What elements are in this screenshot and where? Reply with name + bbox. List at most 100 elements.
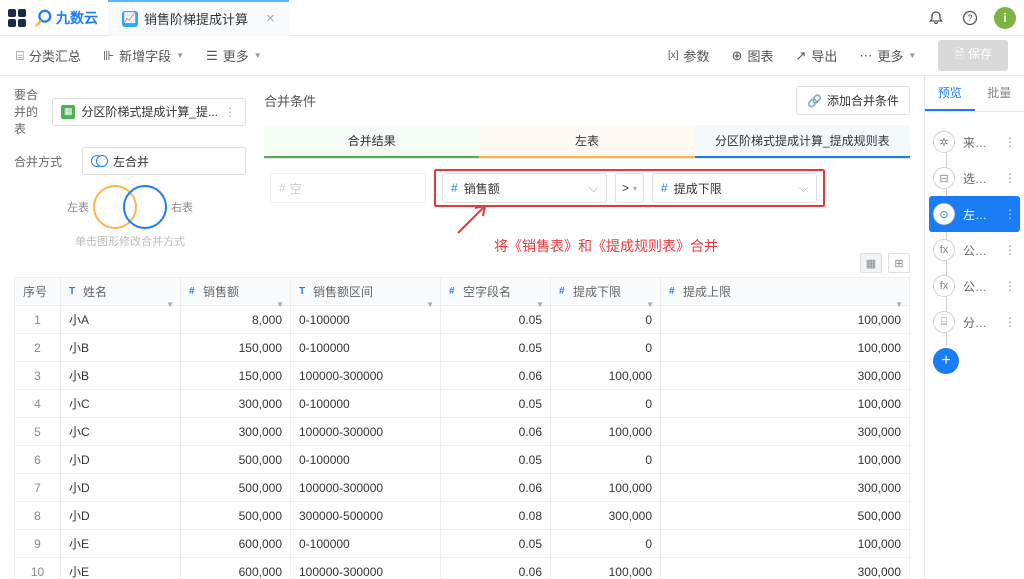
add-field-button[interactable]: ⊪新增字段▼: [103, 46, 184, 65]
data-table-wrapper: 序号 T姓名▼ #销售额▼ T销售额区间▼ #空字段名▼ #提成下限▼ #提成上…: [0, 277, 924, 579]
tab-result[interactable]: 合并结果: [264, 125, 479, 158]
close-icon[interactable]: ×: [266, 10, 275, 27]
step-icon: fx: [933, 275, 955, 297]
step-menu-icon[interactable]: ⋮: [1004, 171, 1016, 185]
chevron-down-icon: ⌵: [589, 181, 598, 196]
step-menu-icon[interactable]: ⋮: [1004, 207, 1016, 221]
table-row[interactable]: 5小C300,000100000-3000000.06100,000300,00…: [15, 418, 910, 446]
pipeline-step[interactable]: ⌸分类汇总⋮: [925, 304, 1024, 340]
step-icon: ⌸: [933, 311, 955, 333]
table-row[interactable]: 7小D500,000100000-3000000.06100,000300,00…: [15, 474, 910, 502]
annotation-arrow-icon: [450, 201, 490, 241]
operator-value: >: [622, 181, 629, 195]
step-menu-icon[interactable]: ⋮: [1004, 243, 1016, 257]
group-button[interactable]: ⌸分类汇总: [16, 46, 81, 65]
step-icon: ⊟: [933, 167, 955, 189]
chevron-down-icon: ▾: [633, 184, 637, 193]
add-step-button[interactable]: +: [933, 348, 959, 374]
merge-table-label: 要合并的表: [14, 86, 44, 137]
table-row[interactable]: 3小B150,000100000-3000000.06100,000300,00…: [15, 362, 910, 390]
brand-logo[interactable]: 九数云: [34, 8, 98, 28]
col-upper[interactable]: 提成上限: [683, 283, 731, 300]
col-range[interactable]: 销售额区间: [313, 283, 373, 300]
col-sales[interactable]: 销售额: [203, 283, 239, 300]
params-button[interactable]: [x]参数: [668, 46, 710, 65]
step-menu-icon[interactable]: ⋮: [1004, 315, 1016, 329]
table-row[interactable]: 6小D500,0000-1000000.050100,000: [15, 446, 910, 474]
tab-right-table[interactable]: 分区阶梯式提成计算_提成规则表: [695, 125, 910, 158]
data-table: 序号 T姓名▼ #销售额▼ T销售额区间▼ #空字段名▼ #提成下限▼ #提成上…: [14, 277, 910, 579]
more2-button[interactable]: ⋯更多▼: [859, 46, 916, 65]
table-row[interactable]: 8小D500,000300000-5000000.08300,000500,00…: [15, 502, 910, 530]
table-row[interactable]: 2小B150,0000-1000000.050100,000: [15, 334, 910, 362]
highlighted-condition: # 销售额 ⌵ > ▾ # 提成下限 ⌵: [434, 169, 825, 207]
user-avatar[interactable]: i: [994, 7, 1016, 29]
merge-type-select[interactable]: 左合并: [82, 147, 246, 175]
pipeline-step[interactable]: ✲来源表⋮: [925, 124, 1024, 160]
source-tabs: 合并结果 左表 分区阶梯式提成计算_提成规则表: [264, 125, 910, 159]
step-icon: ⊙: [933, 203, 955, 225]
step-menu-icon[interactable]: ⋮: [1004, 279, 1016, 293]
notification-icon[interactable]: [926, 8, 946, 28]
app-header: 九数云 📈 销售阶梯提成计算 × ? i: [0, 0, 1024, 36]
number-type-icon: #: [189, 286, 199, 297]
left-join-icon: [91, 155, 107, 167]
pipeline-step[interactable]: ⊙左右合并⋮: [929, 196, 1020, 232]
config-area: 要合并的表 ▦ 分区阶梯式提成计算_提... ⋮ 合并方式 左合并 左表: [0, 76, 924, 249]
hash-icon: #: [661, 181, 668, 195]
hash-icon: #: [279, 181, 286, 195]
ellipsis-icon[interactable]: ⋮: [224, 105, 237, 119]
empty-field: # 空: [270, 173, 426, 203]
chart-button[interactable]: ⊕图表: [732, 46, 774, 65]
pipeline-step[interactable]: ⊟选字段⋮: [925, 160, 1024, 196]
left-field-select[interactable]: # 销售额 ⌵: [442, 173, 607, 203]
sheet-icon: ▦: [61, 105, 75, 119]
col-lower[interactable]: 提成下限: [573, 283, 621, 300]
table-row[interactable]: 9小E600,0000-1000000.050100,000: [15, 530, 910, 558]
right-field-select[interactable]: # 提成下限 ⌵: [652, 173, 817, 203]
col-name[interactable]: 姓名: [83, 283, 107, 300]
merge-type-value: 左合并: [113, 153, 149, 170]
app-grid-icon[interactable]: [8, 9, 26, 27]
pipeline-step[interactable]: fx公式-区间提成...⋮: [925, 268, 1024, 304]
view-grid-button[interactable]: ⊞: [888, 253, 910, 273]
tab-left-table[interactable]: 左表: [479, 125, 694, 158]
operator-select[interactable]: > ▾: [615, 173, 644, 203]
number-type-icon: #: [669, 286, 679, 297]
right-field-value: 提成下限: [674, 180, 722, 197]
pipeline-step[interactable]: fx公式-区间销...⋮: [925, 232, 1024, 268]
step-menu-icon[interactable]: ⋮: [1004, 135, 1016, 149]
sidebar-tab-preview[interactable]: 预览: [925, 76, 975, 111]
text-type-icon: T: [69, 286, 79, 297]
table-row[interactable]: 4小C300,0000-1000000.050100,000: [15, 390, 910, 418]
venn-hint: 单击图形修改合并方式: [14, 233, 246, 249]
add-condition-button[interactable]: 🔗添加合并条件: [796, 86, 910, 115]
step-icon: ✲: [933, 131, 955, 153]
number-type-icon: #: [559, 286, 569, 297]
table-row[interactable]: 1小A8,0000-1000000.050100,000: [15, 306, 910, 334]
main-toolbar: ⌸分类汇总 ⊪新增字段▼ ☰更多▼ [x]参数 ⊕图表 ↗导出 ⋯更多▼ 🗎保存: [0, 36, 1024, 76]
view-table-button[interactable]: ▦: [860, 253, 882, 273]
document-tab[interactable]: 📈 销售阶梯提成计算 ×: [108, 0, 289, 36]
table-row[interactable]: 10小E600,000100000-3000000.06100,000300,0…: [15, 558, 910, 579]
venn-diagram[interactable]: 左表 右表: [14, 185, 246, 229]
annotation-text: 将《销售表》和《提成规则表》合并: [494, 236, 718, 256]
chevron-down-icon: ⌵: [799, 181, 808, 196]
number-type-icon: #: [449, 286, 459, 297]
sidebar-tab-batch[interactable]: 批量: [975, 76, 1024, 111]
export-button[interactable]: ↗导出: [795, 46, 837, 65]
tab-title: 销售阶梯提成计算: [144, 9, 248, 28]
help-icon[interactable]: ?: [960, 8, 980, 28]
cond-title: 合并条件: [264, 91, 316, 110]
brand-text: 九数云: [56, 8, 98, 28]
merge-type-label: 合并方式: [14, 153, 74, 170]
left-field-value: 销售额: [464, 180, 500, 197]
col-idx: 序号: [23, 283, 47, 300]
more-button[interactable]: ☰更多▼: [206, 46, 262, 65]
col-empty[interactable]: 空字段名: [463, 283, 511, 300]
step-sidebar: 预览 批量 ✲来源表⋮⊟选字段⋮⊙左右合并⋮fx公式-区间销...⋮fx公式-区…: [924, 76, 1024, 579]
merge-table-select[interactable]: ▦ 分区阶梯式提成计算_提... ⋮: [52, 98, 246, 126]
hash-icon: #: [451, 181, 458, 195]
svg-text:?: ?: [967, 13, 972, 23]
save-button[interactable]: 🗎保存: [938, 40, 1008, 71]
